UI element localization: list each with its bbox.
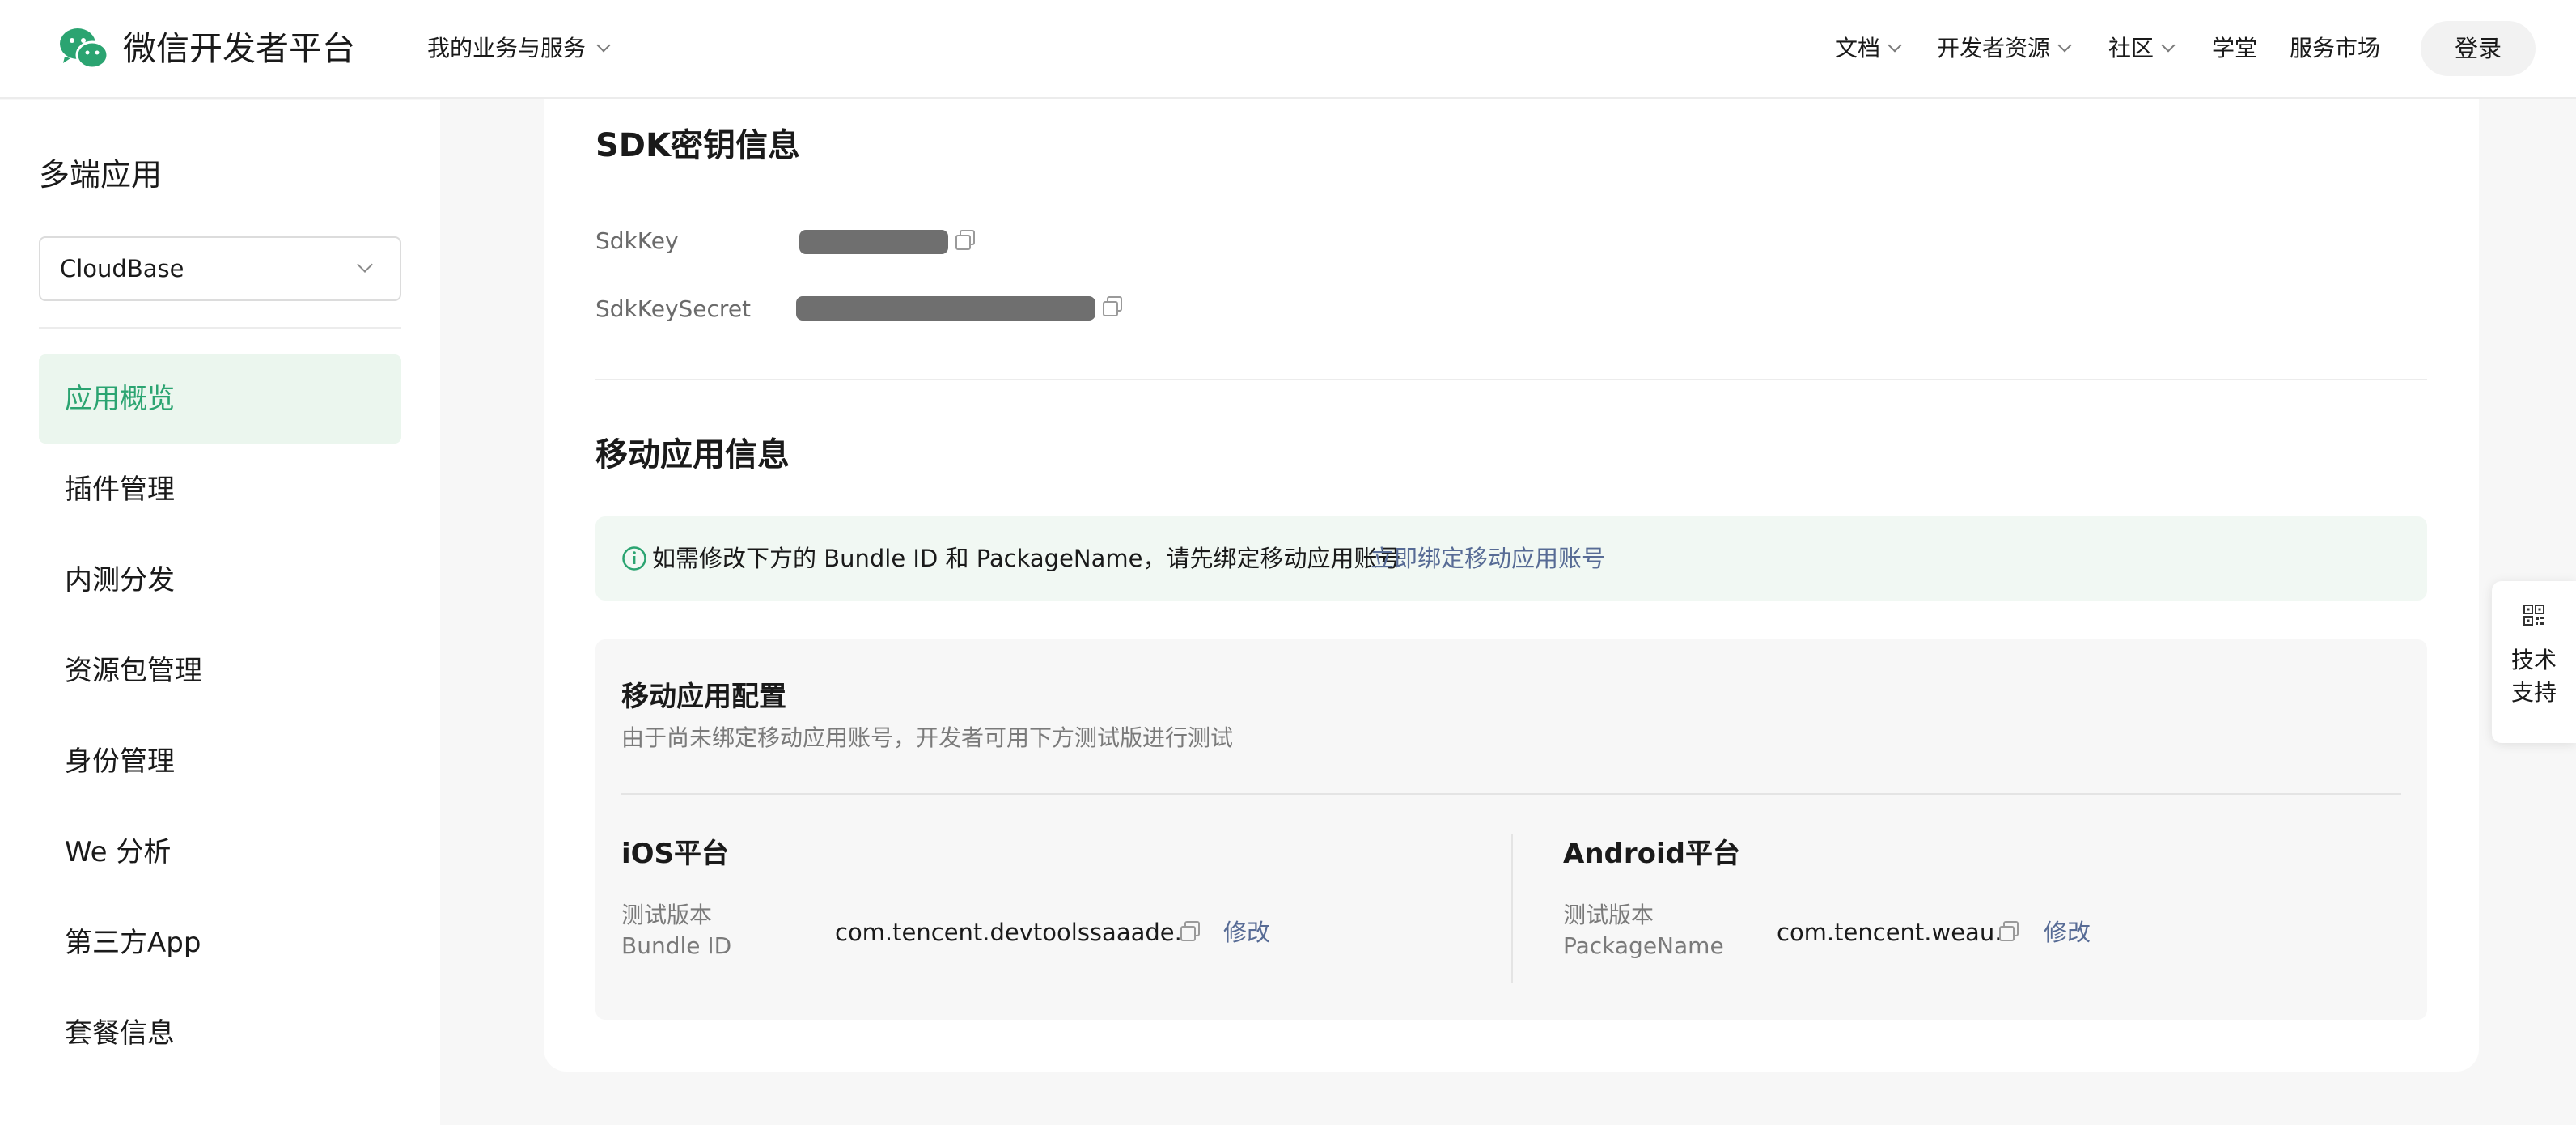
tech-support-tab[interactable]: 技术 支持 <box>2492 581 2576 743</box>
bind-account-link[interactable]: 立即绑定移动应用账号 <box>1371 516 1605 601</box>
nav-academy-label: 学堂 <box>2212 35 2258 62</box>
android-package-name-value: com.tencent.weau... <box>1777 919 2017 946</box>
login-button[interactable]: 登录 <box>2421 21 2536 76</box>
business-menu[interactable]: 我的业务与服务 <box>427 29 611 68</box>
tech-support-line1: 技术 <box>2510 647 2557 673</box>
android-label-line2: PackageName <box>1563 932 1724 959</box>
sidebar-item-plan-info[interactable]: 套餐信息 <box>39 989 401 1078</box>
bind-notice: 如需修改下方的 Bundle ID 和 PackageName，请先绑定移动应用… <box>595 516 2427 601</box>
nav-docs[interactable]: 文档 <box>1835 29 1902 68</box>
sdk-key-masked-value <box>799 230 948 254</box>
nav-resources-label: 开发者资源 <box>1937 35 2051 62</box>
copy-icon[interactable] <box>953 228 977 253</box>
chevron-down-icon <box>357 257 373 273</box>
sidebar-divider <box>39 327 401 329</box>
brand-title[interactable]: 微信开发者平台 <box>123 24 355 73</box>
mobile-section-title: 移动应用信息 <box>595 436 790 473</box>
android-platform-title: Android平台 <box>1563 838 1740 870</box>
notice-text: 如需修改下方的 Bundle ID 和 PackageName，请先绑定移动应用… <box>652 545 1401 572</box>
ios-label-line2: Bundle ID <box>621 932 732 959</box>
mobile-config-panel: 移动应用配置 由于尚未绑定移动应用账号，开发者可用下方测试版进行测试 iOS平台… <box>595 639 2427 1020</box>
ios-bundle-id-value: com.tencent.devtoolssaaade... <box>835 919 1197 946</box>
ios-label-line1: 测试版本 <box>621 902 713 928</box>
sidebar-title: 多端应用 <box>39 157 163 193</box>
sidebar-item-third-party-app[interactable]: 第三方App <box>39 898 401 987</box>
sidebar-item-beta-distribution[interactable]: 内测分发 <box>39 536 401 625</box>
sidebar-item-identity[interactable]: 身份管理 <box>39 717 401 806</box>
sdk-secret-masked-value <box>796 296 1095 321</box>
nav-resources[interactable]: 开发者资源 <box>1937 29 2072 68</box>
tech-support-line2: 支持 <box>2510 679 2557 706</box>
app-select[interactable]: CloudBase <box>39 236 401 301</box>
config-divider <box>621 793 2401 795</box>
nav-market-label: 服务市场 <box>2290 35 2381 62</box>
android-label-line1: 测试版本 <box>1563 902 1654 928</box>
wechat-logo-icon[interactable] <box>58 24 110 73</box>
nav-market[interactable]: 服务市场 <box>2290 29 2380 68</box>
business-menu-label: 我的业务与服务 <box>427 35 587 62</box>
app-select-value: CloudBase <box>60 255 184 282</box>
nav-community[interactable]: 社区 <box>2108 29 2176 68</box>
chevron-down-icon <box>596 38 611 53</box>
copy-icon[interactable] <box>1100 295 1125 319</box>
chevron-down-icon <box>2057 38 2072 53</box>
sdk-key-label: SdkKey <box>595 227 679 254</box>
qr-code-icon <box>2523 605 2544 626</box>
sidebar-item-plugins[interactable]: 插件管理 <box>39 445 401 534</box>
top-header: 微信开发者平台 我的业务与服务 文档 开发者资源 社区 学堂 服务市场 登录 <box>0 0 2576 99</box>
sidebar-item-overview[interactable]: 应用概览 <box>39 354 401 444</box>
android-edit-link[interactable]: 修改 <box>2044 916 2091 949</box>
chevron-down-icon <box>2161 38 2176 53</box>
platform-divider <box>1511 834 1513 983</box>
sidebar: 多端应用 CloudBase 应用概览 插件管理 内测分发 资源包管理 身份管理… <box>0 100 440 1125</box>
chevron-down-icon <box>1888 38 1902 53</box>
section-divider <box>595 379 2427 380</box>
ios-platform-title: iOS平台 <box>621 838 730 870</box>
copy-icon[interactable] <box>1178 919 1202 944</box>
copy-icon[interactable] <box>1997 919 2021 944</box>
sidebar-item-we-analytics[interactable]: We 分析 <box>39 808 401 897</box>
nav-community-label: 社区 <box>2108 35 2154 62</box>
nav-docs-label: 文档 <box>1835 35 1881 62</box>
sdk-secret-label: SdkKeySecret <box>595 295 752 322</box>
config-subtitle: 由于尚未绑定移动应用账号，开发者可用下方测试版进行测试 <box>621 724 1234 751</box>
sdk-section-title: SDK密钥信息 <box>595 127 801 164</box>
nav-academy[interactable]: 学堂 <box>2212 29 2257 68</box>
ios-edit-link[interactable]: 修改 <box>1223 916 1270 949</box>
config-title: 移动应用配置 <box>621 681 786 713</box>
tech-support-label: 技术 支持 <box>2492 644 2576 709</box>
info-icon <box>622 546 646 571</box>
sidebar-item-resource-packages[interactable]: 资源包管理 <box>39 626 401 715</box>
